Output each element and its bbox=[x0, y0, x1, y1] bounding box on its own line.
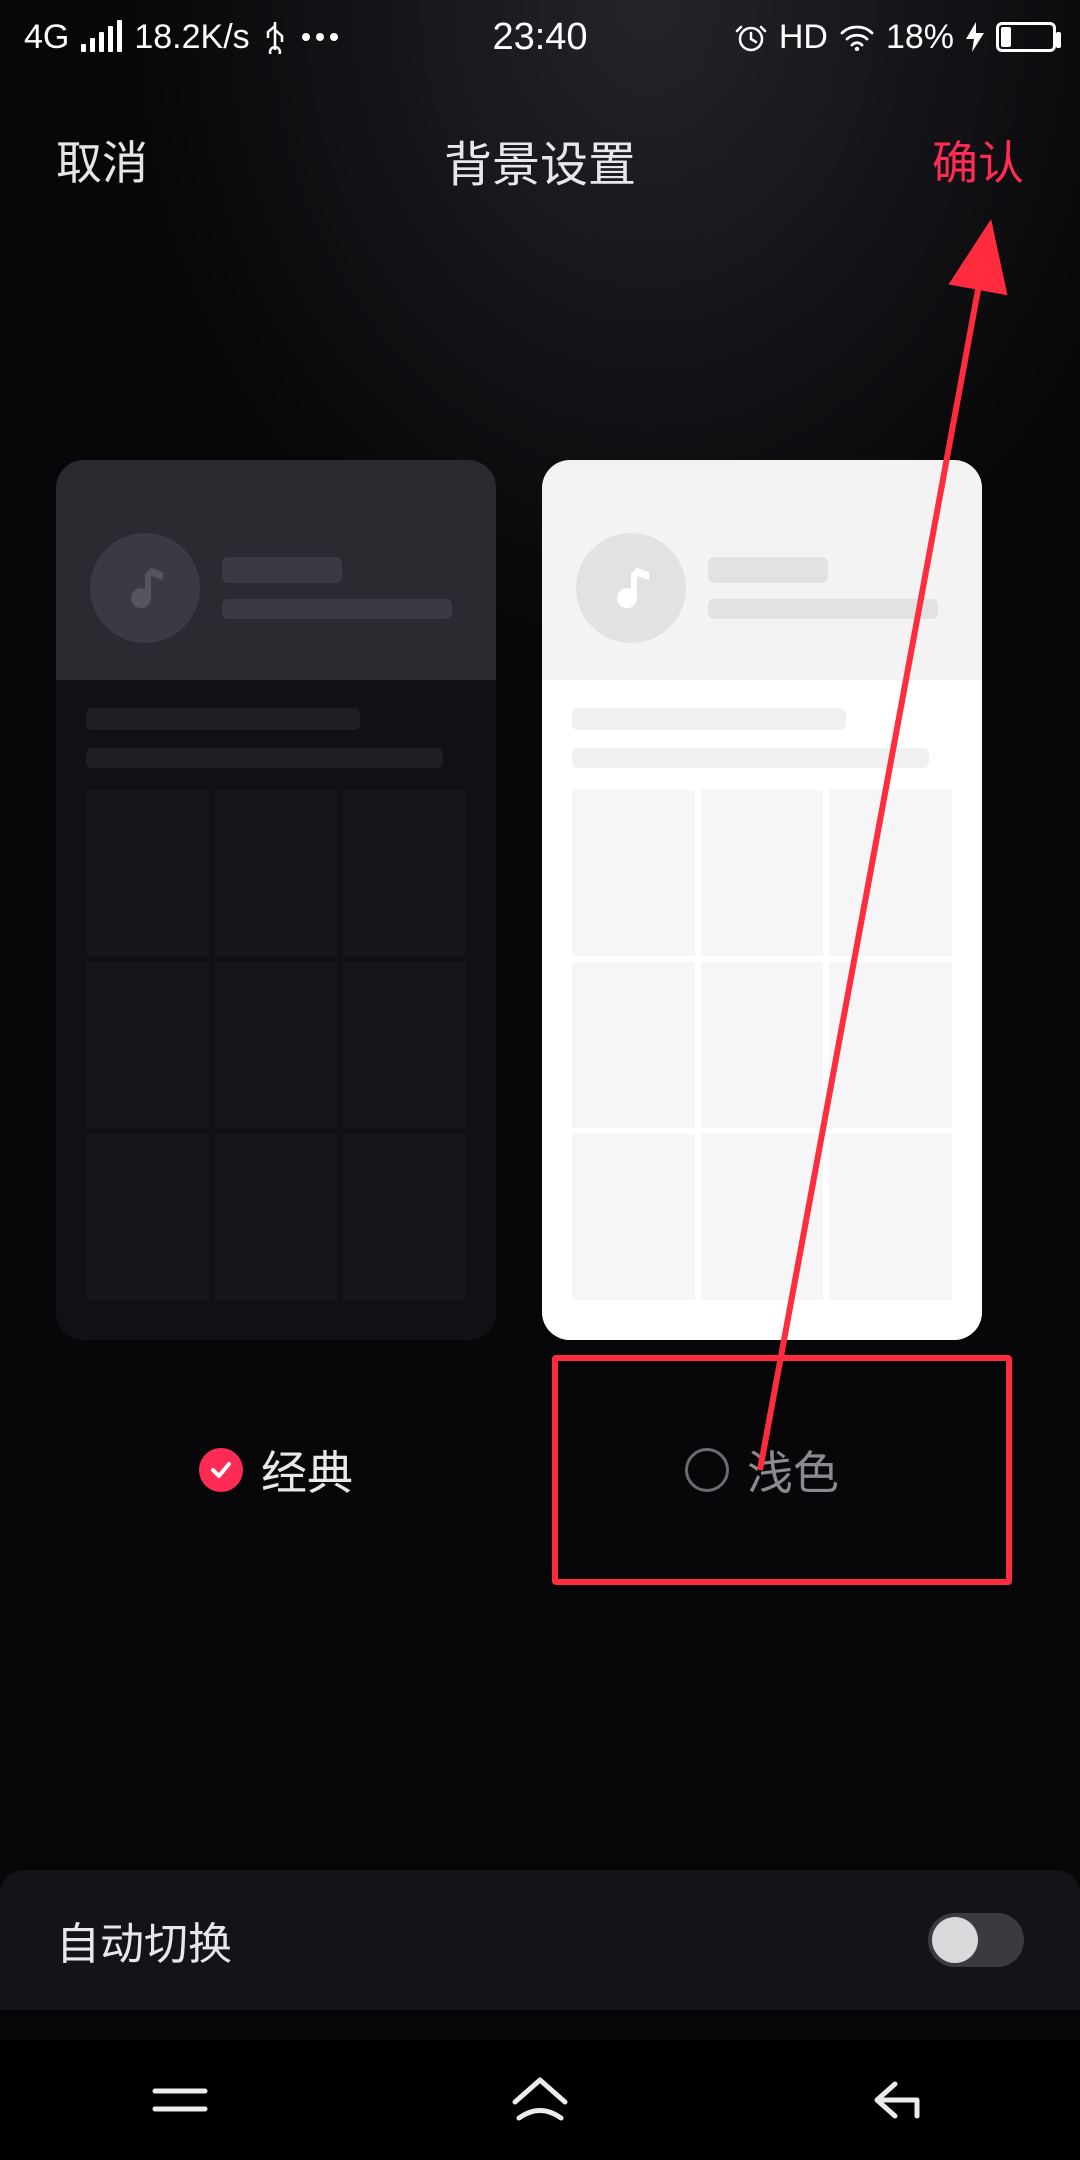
hd-label: HD bbox=[779, 18, 828, 57]
page-title: 背景设置 bbox=[444, 125, 636, 195]
music-note-icon bbox=[576, 533, 686, 643]
option-classic-label: 经典 bbox=[261, 1437, 353, 1503]
usb-icon bbox=[262, 20, 288, 54]
option-classic[interactable]: 经典 bbox=[56, 1410, 496, 1530]
page-header: 取消 背景设置 确认 bbox=[0, 100, 1080, 220]
theme-options: 经典 浅色 bbox=[0, 1410, 1080, 1530]
wifi-icon bbox=[840, 23, 874, 51]
auto-switch-row: 自动切换 bbox=[0, 1870, 1080, 2010]
network-speed: 18.2K/s bbox=[134, 18, 249, 57]
alarm-icon bbox=[735, 21, 767, 53]
back-button[interactable] bbox=[800, 2060, 1000, 2140]
charging-icon bbox=[966, 22, 984, 52]
status-left: 4G 18.2K/s bbox=[24, 18, 340, 57]
home-button[interactable] bbox=[440, 2060, 640, 2140]
auto-switch-toggle[interactable] bbox=[928, 1913, 1024, 1967]
status-right: HD 18% bbox=[735, 18, 1056, 57]
battery-percent: 18% bbox=[886, 18, 954, 57]
network-label: 4G bbox=[24, 18, 69, 57]
theme-card-light[interactable] bbox=[542, 460, 982, 1340]
option-light-label: 浅色 bbox=[747, 1437, 839, 1503]
music-note-icon bbox=[90, 533, 200, 643]
radio-unselected-icon bbox=[685, 1448, 729, 1492]
signal-icon bbox=[81, 22, 122, 52]
theme-card-classic[interactable] bbox=[56, 460, 496, 1340]
confirm-button[interactable]: 确认 bbox=[932, 127, 1024, 193]
option-light[interactable]: 浅色 bbox=[542, 1410, 982, 1530]
status-bar: 4G 18.2K/s 23:40 HD 18% bbox=[0, 0, 1080, 74]
more-dots-icon bbox=[300, 31, 340, 43]
auto-switch-label: 自动切换 bbox=[56, 1908, 232, 1972]
cancel-button[interactable]: 取消 bbox=[56, 127, 148, 193]
radio-selected-icon bbox=[199, 1448, 243, 1492]
theme-cards bbox=[0, 460, 1080, 1340]
battery-icon bbox=[996, 22, 1056, 52]
recent-apps-button[interactable] bbox=[80, 2060, 280, 2140]
system-nav-bar bbox=[0, 2040, 1080, 2160]
clock: 23:40 bbox=[492, 16, 587, 59]
